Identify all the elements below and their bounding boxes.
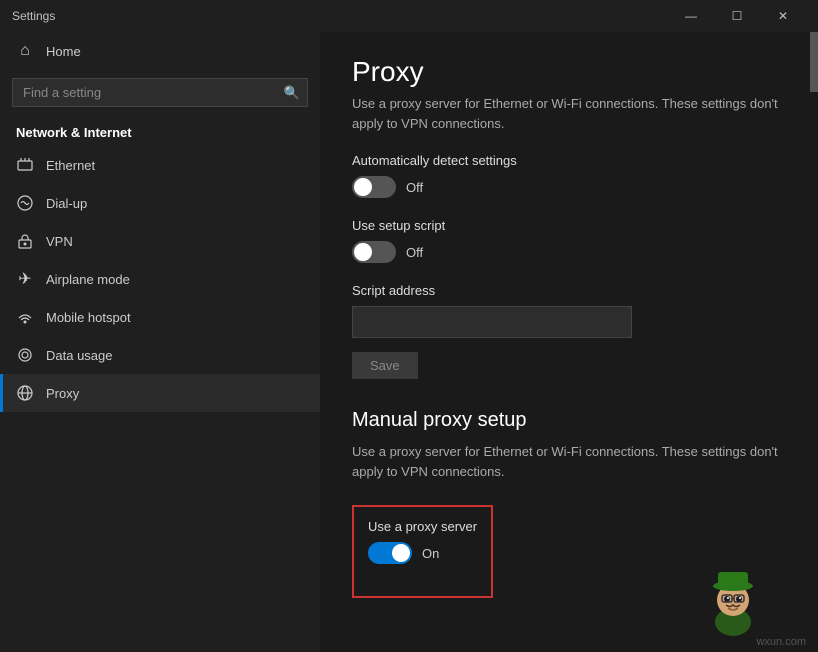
page-title: Proxy: [352, 56, 786, 88]
home-icon: ⌂: [16, 42, 34, 60]
auto-detect-label: Automatically detect settings: [352, 153, 786, 168]
minimize-button[interactable]: —: [668, 0, 714, 32]
airplane-icon: ✈: [16, 270, 34, 288]
vpn-icon: [16, 232, 34, 250]
hotspot-icon: [16, 308, 34, 326]
hotspot-label: Mobile hotspot: [46, 310, 131, 325]
auto-detect-toggle[interactable]: [352, 176, 396, 198]
setup-script-knob: [354, 243, 372, 261]
sidebar-item-datausage[interactable]: Data usage: [0, 336, 320, 374]
sidebar-item-dialup[interactable]: Dial-up: [0, 184, 320, 222]
sidebar-item-airplane[interactable]: ✈ Airplane mode: [0, 260, 320, 298]
auto-setup-desc: Use a proxy server for Ethernet or Wi-Fi…: [352, 94, 786, 133]
proxy-server-box: Use a proxy server On: [352, 505, 493, 598]
ethernet-icon: [16, 156, 34, 174]
proxy-label: Proxy: [46, 386, 79, 401]
datausage-label: Data usage: [46, 348, 113, 363]
maximize-button[interactable]: ☐: [714, 0, 760, 32]
setup-script-state: Off: [406, 245, 423, 260]
sidebar-item-hotspot[interactable]: Mobile hotspot: [0, 298, 320, 336]
search-icon: 🔍: [284, 85, 300, 101]
ethernet-label: Ethernet: [46, 158, 95, 173]
nav-section-label: Network & Internet: [0, 119, 320, 146]
use-proxy-label: Use a proxy server: [368, 519, 477, 534]
save-button[interactable]: Save: [352, 352, 418, 379]
use-proxy-toggle[interactable]: [368, 542, 412, 564]
dialup-icon: [16, 194, 34, 212]
content-area: Proxy Use a proxy server for Ethernet or…: [320, 32, 818, 652]
titlebar-controls: — ☐ ✕: [668, 0, 806, 32]
dialup-label: Dial-up: [46, 196, 87, 211]
search-input[interactable]: [12, 78, 308, 107]
auto-detect-knob: [354, 178, 372, 196]
sidebar-item-home[interactable]: ⌂ Home: [0, 32, 320, 70]
setup-script-label: Use setup script: [352, 218, 786, 233]
sidebar: ⌂ Home 🔍 Network & Internet Ethernet: [0, 32, 320, 652]
auto-detect-toggle-row: Off: [352, 176, 786, 198]
script-address-input[interactable]: [352, 306, 632, 338]
manual-section-desc: Use a proxy server for Ethernet or Wi-Fi…: [352, 442, 786, 481]
titlebar: Settings — ☐ ✕: [0, 0, 818, 32]
scrollbar-thumb[interactable]: [810, 32, 818, 92]
scrollbar-track[interactable]: [810, 32, 818, 652]
watermark: wxun.com: [756, 636, 806, 648]
airplane-label: Airplane mode: [46, 272, 130, 287]
manual-section-title: Manual proxy setup: [352, 409, 786, 432]
sidebar-item-vpn[interactable]: VPN: [0, 222, 320, 260]
setup-script-toggle[interactable]: [352, 241, 396, 263]
close-button[interactable]: ✕: [760, 0, 806, 32]
vpn-label: VPN: [46, 234, 73, 249]
use-proxy-toggle-row: On: [368, 542, 477, 564]
titlebar-title: Settings: [12, 9, 668, 23]
auto-detect-state: Off: [406, 180, 423, 195]
sidebar-item-proxy[interactable]: Proxy: [0, 374, 320, 412]
setup-script-toggle-row: Off: [352, 241, 786, 263]
datausage-icon: [16, 346, 34, 364]
search-box: 🔍: [12, 78, 308, 107]
script-address-label: Script address: [352, 283, 786, 298]
proxy-icon: [16, 384, 34, 402]
main-container: ⌂ Home 🔍 Network & Internet Ethernet: [0, 32, 818, 652]
mascot-image: [698, 562, 768, 632]
use-proxy-state: On: [422, 546, 439, 561]
sidebar-home-label: Home: [46, 44, 81, 59]
use-proxy-knob: [392, 544, 410, 562]
sidebar-item-ethernet[interactable]: Ethernet: [0, 146, 320, 184]
